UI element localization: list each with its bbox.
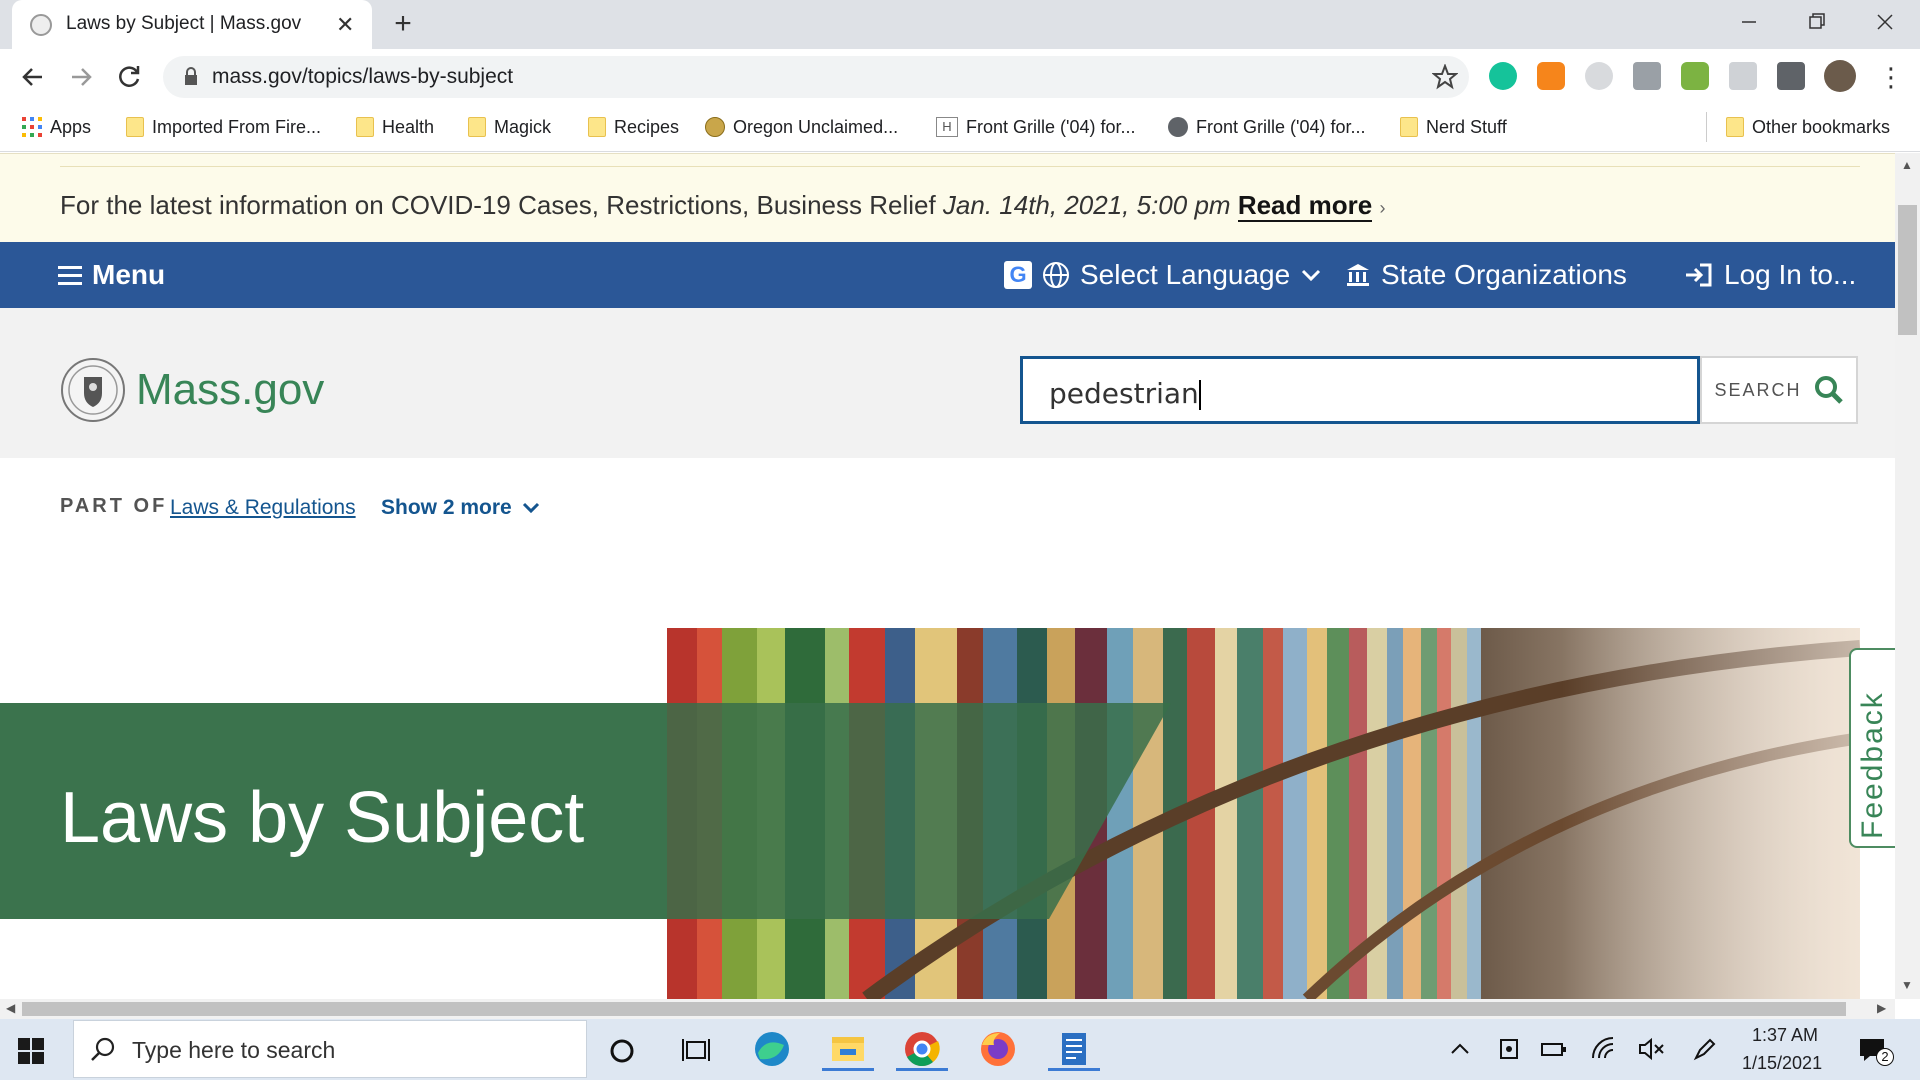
bookmark-magick[interactable]: Magick (468, 114, 551, 140)
folder-icon (356, 117, 374, 137)
scroll-right-arrow-icon[interactable]: ▶ (1877, 1001, 1886, 1015)
wordpad-document-icon[interactable] (1048, 1027, 1100, 1071)
web-page: For the latest information on COVID-19 C… (0, 153, 1895, 999)
new-tab-button[interactable]: + (386, 8, 420, 42)
text-cursor (1198, 380, 1201, 410)
puzzle-extensions-icon[interactable] (1777, 62, 1805, 90)
chevron-up-icon[interactable] (1449, 1038, 1471, 1060)
oregon-seal-icon (705, 117, 725, 137)
covid-alert-bar: For the latest information on COVID-19 C… (0, 153, 1895, 242)
metamask-extension-icon[interactable] (1537, 62, 1565, 90)
hamburger-icon (58, 266, 82, 285)
chevron-down-icon (1302, 269, 1321, 282)
close-tab-icon[interactable]: ✕ (336, 12, 354, 38)
forward-arrow-icon[interactable] (66, 62, 96, 92)
bookmark-front-grille-2[interactable]: Front Grille ('04) for... (1168, 114, 1365, 140)
show-more-button[interactable]: Show 2 more (381, 496, 540, 520)
meet-now-icon[interactable] (1498, 1036, 1520, 1062)
honda-logo-icon: H (936, 117, 958, 137)
building-icon (1347, 264, 1369, 286)
close-window-button[interactable] (1860, 6, 1908, 38)
back-arrow-icon[interactable] (18, 62, 48, 92)
reload-icon[interactable] (114, 62, 144, 92)
cloud-extension-icon[interactable] (1681, 62, 1709, 90)
scroll-left-arrow-icon[interactable]: ◀ (6, 1001, 15, 1015)
laws-regulations-link[interactable]: Laws & Regulations (170, 496, 356, 520)
folder-icon (468, 117, 486, 137)
bookmark-other[interactable]: Other bookmarks (1726, 114, 1890, 140)
part-of-label: PART OF (60, 495, 168, 517)
lock-icon[interactable] (183, 67, 199, 87)
bookmark-nerd-stuff[interactable]: Nerd Stuff (1400, 114, 1507, 140)
apps-grid-icon (22, 117, 42, 137)
browser-menu-icon[interactable]: ⋮ (1878, 62, 1904, 93)
mass-gov-logo-text[interactable]: Mass.gov (136, 365, 324, 415)
bookmark-health[interactable]: Health (356, 114, 434, 140)
gear-extension-icon[interactable] (1585, 62, 1613, 90)
massachusetts-seal-icon[interactable] (60, 357, 126, 423)
tab-title: Laws by Subject | Mass.gov (66, 13, 302, 34)
chevron-right-icon: › (1379, 198, 1386, 218)
scroll-up-arrow-icon[interactable]: ▲ (1901, 158, 1913, 172)
taskbar-search-placeholder: Type here to search (132, 1037, 336, 1063)
globe-icon (1043, 262, 1069, 288)
search-icon (1814, 376, 1843, 404)
mass-seal-favicon-icon (30, 14, 52, 36)
restore-button[interactable] (1792, 6, 1840, 38)
globe-icon (1168, 117, 1188, 137)
task-view-icon[interactable] (682, 1037, 710, 1063)
edge-browser-icon[interactable] (746, 1027, 798, 1071)
login-icon (1686, 263, 1712, 287)
chevron-down-icon (522, 502, 539, 514)
folder-icon (588, 117, 606, 137)
briefcase-extension-icon[interactable] (1729, 62, 1757, 90)
bookmark-divider (1706, 112, 1707, 142)
log-in-button[interactable]: Log In to... (1684, 259, 1856, 291)
notification-count-badge: 2 (1876, 1048, 1894, 1066)
vertical-scroll-thumb[interactable] (1898, 205, 1917, 335)
windows-start-icon[interactable] (18, 1038, 44, 1064)
folder-icon (1400, 117, 1418, 137)
taskbar-time[interactable]: 1:37 AM (1752, 1025, 1818, 1046)
top-nav-bar: Menu G Select Language State Organizatio… (0, 242, 1895, 308)
search-button[interactable]: SEARCH (1700, 356, 1858, 424)
cortana-icon[interactable] (609, 1038, 635, 1064)
bookmark-imported[interactable]: Imported From Fire... (126, 114, 321, 140)
state-organizations-button[interactable]: State Organizations (1345, 259, 1627, 291)
minimize-button[interactable] (1724, 6, 1772, 38)
pen-icon[interactable] (1692, 1036, 1718, 1062)
select-language-button[interactable]: G Select Language (1004, 259, 1322, 291)
folder-icon (126, 117, 144, 137)
bookmark-apps[interactable]: Apps (22, 114, 91, 140)
folder-icon (1726, 117, 1744, 137)
covid-alert-date: Jan. 14th, 2021, 5:00 pm (942, 190, 1231, 220)
file-explorer-icon[interactable] (822, 1027, 874, 1071)
bookmark-front-grille-1[interactable]: H Front Grille ('04) for... (936, 114, 1135, 140)
grammarly-extension-icon[interactable] (1489, 62, 1517, 90)
wifi-icon[interactable] (1590, 1036, 1616, 1062)
bookmark-recipes[interactable]: Recipes (588, 114, 679, 140)
battery-icon[interactable] (1540, 1038, 1568, 1060)
profile-avatar[interactable] (1824, 60, 1856, 92)
bookmark-star-icon[interactable] (1432, 64, 1458, 90)
google-translate-icon: G (1004, 261, 1032, 289)
search-icon (90, 1036, 116, 1062)
scroll-down-arrow-icon[interactable]: ▼ (1901, 978, 1913, 992)
feedback-label: Feedback (1856, 691, 1889, 839)
horizontal-scroll-thumb[interactable] (22, 1002, 1846, 1016)
search-input[interactable]: pedestrian (1020, 356, 1700, 424)
taskbar-date[interactable]: 1/15/2021 (1742, 1053, 1822, 1074)
covid-alert-text: For the latest information on COVID-19 C… (60, 190, 1386, 222)
bookmark-oregon-unclaimed[interactable]: Oregon Unclaimed... (705, 114, 898, 140)
volume-muted-icon[interactable] (1638, 1037, 1666, 1061)
url-text: mass.gov/topics/laws-by-subject (212, 65, 514, 88)
menu-button[interactable]: Menu (58, 259, 165, 291)
page-title: Laws by Subject (60, 778, 585, 858)
chrome-browser-icon[interactable] (896, 1027, 948, 1071)
read-more-link[interactable]: Read more (1237, 190, 1373, 222)
firefox-browser-icon[interactable] (972, 1027, 1024, 1071)
v-extension-icon[interactable] (1633, 62, 1661, 90)
